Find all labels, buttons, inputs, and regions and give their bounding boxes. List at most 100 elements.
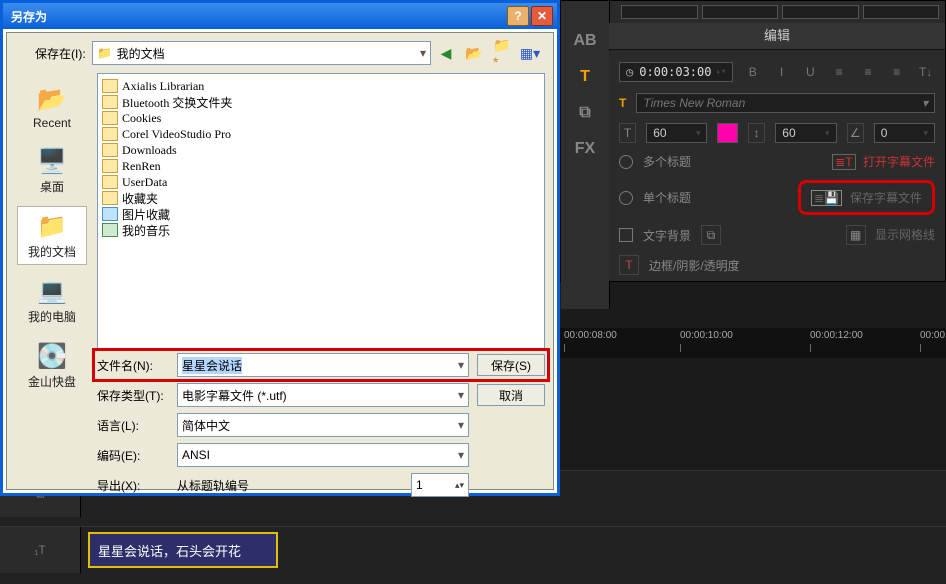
- editor-body: ◷ 0:00:03:00 ▴▾ B I U ≡ ≡ ≡ T↓ T Times N…: [609, 51, 945, 281]
- folder-icon: [102, 159, 118, 173]
- help-button[interactable]: ?: [507, 6, 529, 26]
- place-my-computer[interactable]: 💻我的电脑: [17, 271, 87, 330]
- list-item[interactable]: Corel VideoStudio Pro: [102, 126, 540, 142]
- cancel-button[interactable]: 取消: [477, 384, 545, 406]
- picture-folder-icon: [102, 207, 118, 221]
- save-subtitle-button[interactable]: ≣💾 保存字幕文件: [798, 180, 935, 215]
- track-number-stepper[interactable]: 1 ▴▾: [411, 473, 469, 497]
- place-recent[interactable]: 📂Recent: [17, 79, 87, 135]
- grid-icon: ▦: [846, 225, 866, 245]
- align-left-button[interactable]: ≡: [830, 61, 849, 83]
- label-border-shadow[interactable]: 边框/阴影/透明度: [649, 257, 740, 274]
- close-button[interactable]: ✕: [531, 6, 553, 26]
- list-item[interactable]: Downloads: [102, 142, 540, 158]
- filetype-value: 电影字幕文件 (*.utf): [182, 387, 287, 404]
- stepper-icon[interactable]: ▴▾: [715, 67, 726, 77]
- list-item[interactable]: Bluetooth 交换文件夹: [102, 94, 540, 110]
- color-swatch[interactable]: [717, 123, 738, 143]
- toolbar-icons: ◀ 📂 📁* ▦▾: [437, 44, 545, 62]
- folder-icon: [102, 127, 118, 141]
- list-item[interactable]: Cookies: [102, 110, 540, 126]
- timecode-value: 0:00:03:00: [639, 65, 711, 79]
- folder-icon: [102, 175, 118, 189]
- editor-header: 编辑: [609, 23, 945, 50]
- chevron-down-icon: ▾: [420, 46, 426, 60]
- language-select[interactable]: 简体中文 ▾: [177, 413, 469, 437]
- timeline-tick: 00:00:12:00: [810, 330, 863, 341]
- chevron-down-icon: ▾: [458, 388, 464, 402]
- radio-single-title[interactable]: [619, 191, 633, 205]
- language-value: 简体中文: [182, 417, 230, 434]
- place-desktop[interactable]: 🖥️桌面: [17, 141, 87, 200]
- open-subtitle-button[interactable]: ≣T 打开字幕文件: [832, 153, 935, 170]
- label-multi-title: 多个标题: [643, 153, 691, 170]
- view-menu-button[interactable]: ▦▾: [521, 44, 539, 62]
- timeline-ruler[interactable]: 00:00:08:00 00:00:10:00 00:00:12:00 00:0…: [560, 328, 946, 358]
- radio-multi-title[interactable]: [619, 155, 633, 169]
- font-family-value: Times New Roman: [643, 96, 745, 110]
- text-bg-settings-icon[interactable]: ⧉: [701, 225, 721, 245]
- folder-icon: [102, 191, 118, 205]
- new-folder-button[interactable]: 📁*: [493, 44, 511, 62]
- filename-label: 文件名(N):: [97, 357, 169, 374]
- list-item[interactable]: UserData: [102, 174, 540, 190]
- chevron-down-icon: ▾: [696, 128, 701, 139]
- dialog-titlebar[interactable]: 另存为 ? ✕: [3, 3, 557, 29]
- music-folder-icon: [102, 223, 118, 237]
- italic-button[interactable]: I: [772, 61, 791, 83]
- save-in-combo[interactable]: 📁 我的文档 ▾: [92, 41, 431, 65]
- rotation-select[interactable]: 0▾: [874, 123, 935, 143]
- editor-tab[interactable]: [621, 5, 698, 19]
- sidebar-icon-overlay[interactable]: ⧉: [573, 101, 597, 125]
- editor-tab[interactable]: [702, 5, 779, 19]
- place-my-documents[interactable]: 📁我的文档: [17, 206, 87, 265]
- filename-input[interactable]: 星星会说话 ▾: [177, 353, 469, 377]
- underline-button[interactable]: U: [801, 61, 820, 83]
- save-subtitle-icon: ≣💾: [811, 190, 842, 206]
- bold-button[interactable]: B: [743, 61, 762, 83]
- file-list[interactable]: Axialis Librarian Bluetooth 交换文件夹 Cookie…: [97, 73, 545, 349]
- duration-timecode[interactable]: ◷ 0:00:03:00 ▴▾: [619, 62, 733, 82]
- save-button[interactable]: 保存(S): [477, 354, 545, 376]
- text-icon: T: [619, 96, 626, 110]
- editor-sidebar: AB T ⧉ FX: [561, 1, 610, 309]
- title-clip[interactable]: 星星会说话，石头会开花: [88, 532, 278, 568]
- up-folder-button[interactable]: 📂: [465, 44, 483, 62]
- font-size-select[interactable]: 60▾: [646, 123, 707, 143]
- vertical-text-button[interactable]: T↓: [916, 61, 935, 83]
- encoding-select[interactable]: ANSI ▾: [177, 443, 469, 467]
- line-spacing-select[interactable]: 60▾: [775, 123, 836, 143]
- sidebar-icon-fx[interactable]: FX: [573, 137, 597, 161]
- list-item[interactable]: Axialis Librarian: [102, 78, 540, 94]
- chevron-down-icon: ▾: [458, 418, 464, 432]
- computer-icon: 💻: [34, 276, 70, 306]
- clock-icon: ◷: [626, 65, 633, 79]
- save-in-value: 我的文档: [117, 45, 165, 62]
- sidebar-icon-title[interactable]: T: [573, 65, 597, 89]
- editor-top-tabs: [621, 5, 939, 17]
- dialog-client: 保存在(I): 📁 我的文档 ▾ ◀ 📂 📁* ▦▾ 📂Recent 🖥️桌面 …: [6, 32, 554, 490]
- chevron-down-icon: ▾: [922, 96, 928, 110]
- track-header[interactable]: ₁T: [0, 527, 81, 573]
- list-item[interactable]: 收藏夹: [102, 190, 540, 206]
- back-button[interactable]: ◀: [437, 44, 455, 62]
- editor-tab[interactable]: [863, 5, 940, 19]
- filetype-select[interactable]: 电影字幕文件 (*.utf) ▾: [177, 383, 469, 407]
- align-right-button[interactable]: ≡: [887, 61, 906, 83]
- place-kingsoft-drive[interactable]: 💽金山快盘: [17, 336, 87, 395]
- sidebar-icon-ab[interactable]: AB: [573, 29, 597, 53]
- checkbox-text-bg[interactable]: [619, 228, 633, 242]
- align-center-button[interactable]: ≡: [859, 61, 878, 83]
- font-family-select[interactable]: Times New Roman ▾: [636, 93, 935, 113]
- line-spacing-icon: ↕: [748, 123, 765, 143]
- font-size-icon: Т: [619, 123, 636, 143]
- show-grid-button[interactable]: ▦ 显示网格线: [846, 225, 935, 245]
- editor-tab[interactable]: [782, 5, 859, 19]
- folder-icon: [102, 143, 118, 157]
- list-item[interactable]: RenRen: [102, 158, 540, 174]
- timeline-tick: 00:00:08:00: [564, 330, 617, 341]
- clip-text: 星星会说话，石头会开花: [98, 541, 241, 560]
- save-in-label: 保存在(I):: [35, 45, 86, 62]
- list-item[interactable]: 图片收藏: [102, 206, 540, 222]
- list-item[interactable]: 我的音乐: [102, 222, 540, 238]
